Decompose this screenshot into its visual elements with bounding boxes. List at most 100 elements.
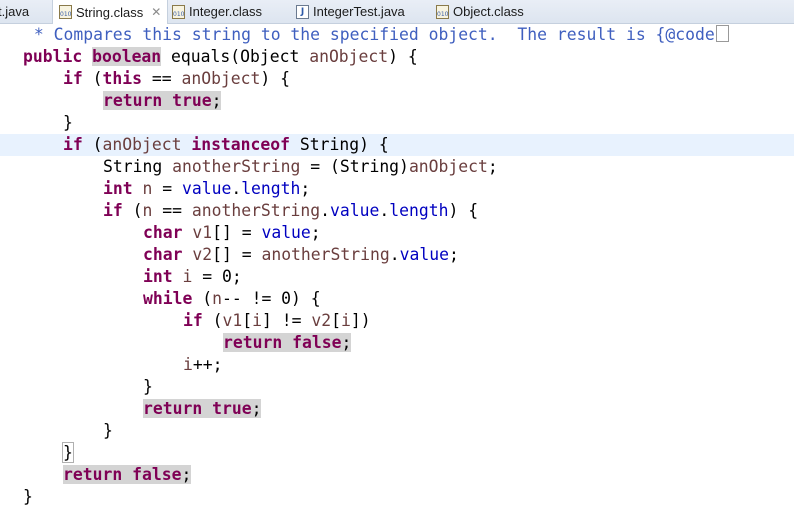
code-line: int n = value.length;	[0, 178, 794, 200]
keyword: char	[143, 245, 183, 264]
code-line: return false;	[0, 464, 794, 486]
code-line: return false;	[0, 332, 794, 354]
keyword: false	[292, 333, 342, 352]
tab-label: IntegerTest.java	[313, 4, 405, 19]
code-text: (	[82, 135, 103, 154]
keyword: true	[212, 399, 252, 418]
keyword: return	[143, 399, 203, 418]
code-text: equals(Object	[161, 47, 310, 66]
tab-java-partial[interactable]: t.java	[0, 0, 29, 23]
tab-label: String.class	[76, 4, 144, 20]
editor-tab-bar: t.java 010 String.class ✕ 010 Integer.cl…	[0, 0, 794, 24]
keyword: char	[143, 223, 183, 242]
code-line: if (n == anotherString.value.length) {	[0, 200, 794, 222]
keyword: this	[102, 69, 142, 88]
code-line: String anotherString = (String)anObject;	[0, 156, 794, 178]
local-variable: anotherString	[172, 157, 301, 176]
local-variable: v2	[311, 311, 332, 330]
code-line: }	[0, 442, 794, 464]
local-variable: anotherString	[191, 201, 321, 220]
local-variable: anObject	[309, 47, 389, 66]
code-text: String) {	[290, 135, 389, 154]
local-variable: anObject	[102, 135, 182, 154]
code-text: [	[331, 311, 341, 330]
code-text: ] !=	[262, 311, 312, 330]
code-text: ==	[141, 69, 182, 88]
code-text: ;	[181, 465, 192, 484]
code-text: (	[82, 69, 103, 88]
code-text: ++;	[192, 355, 223, 374]
code-text: ;	[341, 333, 352, 352]
keyword: return	[223, 333, 283, 352]
field: value	[261, 223, 311, 242]
code-text: }	[103, 421, 113, 440]
code-text: .	[320, 201, 331, 220]
code-text: ])	[350, 311, 371, 330]
code-text: }	[63, 113, 73, 132]
tab-integer-class[interactable]: 010 Integer.class	[172, 0, 262, 23]
code-text: (	[192, 289, 213, 308]
local-variable: anObject	[181, 69, 261, 88]
code-text: ;	[310, 223, 321, 242]
local-variable: v1	[192, 223, 213, 242]
code-text: .	[231, 179, 242, 198]
code-text: ) {	[260, 69, 291, 88]
keyword: boolean	[92, 47, 162, 66]
keyword: int	[143, 267, 173, 286]
java-file-icon: J	[296, 4, 309, 19]
field: value	[181, 179, 232, 198]
tab-label: Integer.class	[189, 4, 262, 19]
local-variable: i	[183, 355, 193, 374]
field: value	[330, 201, 380, 220]
local-variable: i	[340, 311, 351, 330]
matching-bracket: }	[62, 442, 74, 463]
text-cursor-box	[715, 25, 729, 42]
code-text: .	[389, 245, 400, 264]
code-text: ) {	[388, 47, 418, 66]
keyword: if	[103, 201, 123, 220]
code-text: (	[122, 201, 143, 220]
class-file-icon: 010	[172, 4, 185, 19]
current-code-line: if (anObject instanceof String) {	[0, 134, 794, 156]
code-text: ;	[251, 399, 262, 418]
keyword: if	[63, 135, 83, 154]
code-text: String	[103, 157, 173, 176]
code-line: return true;	[0, 398, 794, 420]
local-variable: n	[212, 289, 222, 308]
keyword: if	[63, 69, 83, 88]
keyword: return	[63, 465, 123, 484]
code-line: return true;	[0, 90, 794, 112]
code-line: }	[0, 420, 794, 442]
code-text: =	[152, 179, 182, 198]
keyword: public	[23, 47, 83, 66]
code-line: i++;	[0, 354, 794, 376]
tab-integertest-java[interactable]: J IntegerTest.java	[296, 0, 405, 23]
code-text: [	[242, 311, 253, 330]
field: length	[241, 179, 301, 198]
keyword: while	[143, 289, 193, 308]
code-line: int i = 0;	[0, 266, 794, 288]
local-variable: v1	[222, 311, 243, 330]
code-line: }	[0, 486, 794, 508]
close-icon[interactable]: ✕	[151, 5, 161, 19]
keyword: true	[172, 91, 212, 110]
tab-string-class[interactable]: 010 String.class ✕	[52, 0, 169, 24]
code-line: char v2[] = anotherString.value;	[0, 244, 794, 266]
tab-label: Object.class	[453, 4, 524, 19]
local-variable: n	[142, 201, 153, 220]
keyword: instanceof	[191, 135, 291, 154]
code-text: = (String)	[300, 157, 409, 176]
keyword: false	[132, 465, 182, 484]
code-line: }	[0, 112, 794, 134]
code-text: ;	[448, 245, 459, 264]
code-text: .	[379, 201, 390, 220]
code-line: }	[0, 376, 794, 398]
tab-object-class[interactable]: 010 Object.class	[436, 0, 524, 23]
field: length	[389, 201, 449, 220]
code-line: if (this == anObject) {	[0, 68, 794, 90]
code-text: [] =	[212, 245, 262, 264]
code-text: ) {	[448, 201, 479, 220]
local-variable: anotherString	[261, 245, 390, 264]
code-text: ;	[487, 157, 498, 176]
field: value	[399, 245, 449, 264]
